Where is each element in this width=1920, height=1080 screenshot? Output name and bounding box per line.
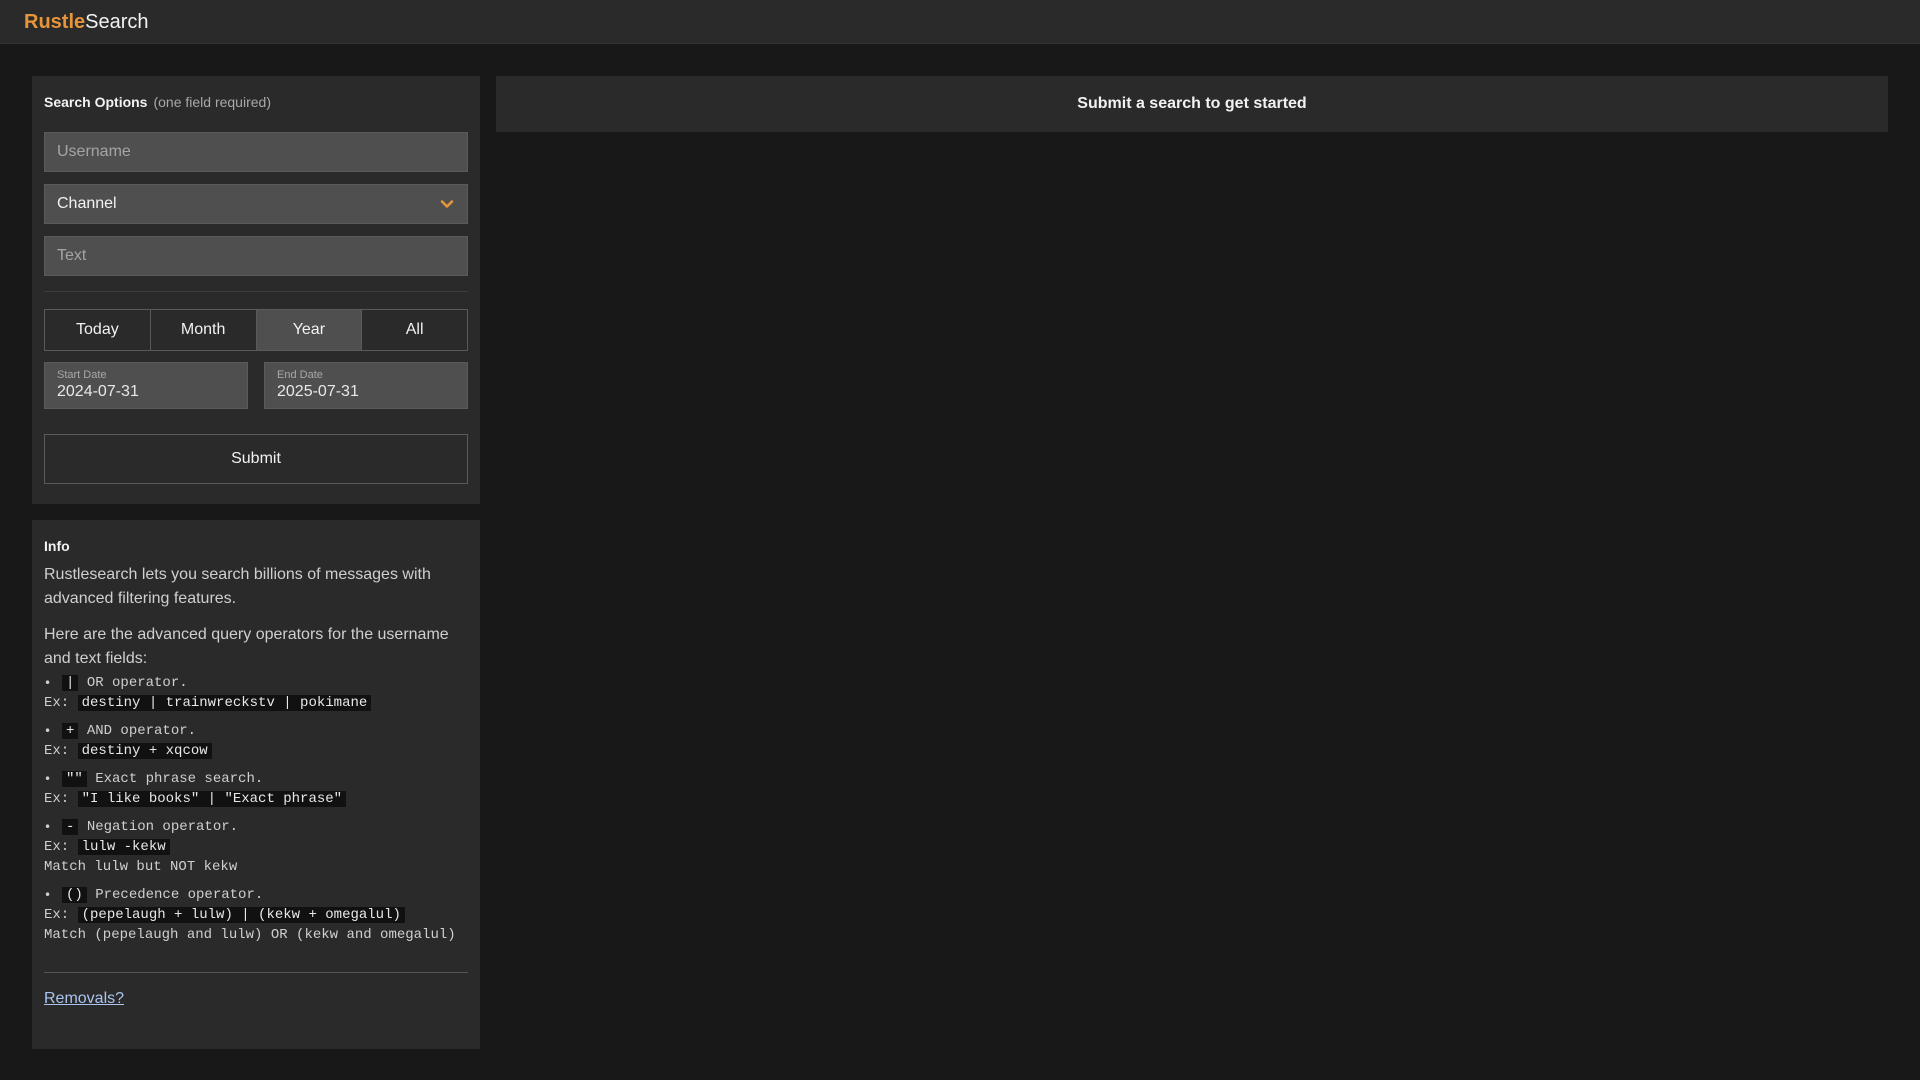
search-options-panel: Search Options (one field required) Chann… (32, 76, 480, 504)
operator-example: destiny | trainwreckstv | pokimane (77, 695, 372, 711)
brand-accent-text: Rustle (24, 11, 86, 33)
brand-logo-link[interactable]: RustleSearch (24, 10, 149, 34)
operator-desc-text: Precedence operator. (95, 887, 264, 903)
operator-example-line: Ex: "I like books" | "Exact phrase" (44, 789, 468, 809)
end-date-value: 2025-07-31 (277, 383, 359, 400)
info-intro-text: Rustlesearch lets you search billions of… (44, 566, 431, 607)
search-divider (44, 291, 468, 292)
start-date-field[interactable]: Start Date 2024-07-31 (44, 362, 248, 409)
operator-example: lulw -kekw (77, 839, 170, 855)
start-date-value: 2024-07-31 (57, 383, 139, 400)
info-panel: Info Rustlesearch lets you search billio… (32, 520, 480, 1049)
end-date-label: End Date (277, 369, 323, 381)
operator-example-line: Ex: destiny + xqcow (44, 741, 468, 761)
bullet-icon: • (44, 724, 52, 738)
date-range-toggle: Today Month Year All (44, 309, 468, 351)
range-year-button[interactable]: Year (256, 309, 363, 351)
channel-select-value: Channel (57, 195, 117, 212)
operator-note: Match lulw but NOT kekw (44, 859, 238, 875)
operator-description: • | OR operator. (44, 673, 468, 693)
operator-example-line: Ex: lulw -kekw (44, 837, 468, 857)
range-month-button[interactable]: Month (150, 309, 257, 351)
submit-button[interactable]: Submit (44, 434, 468, 484)
channel-select[interactable]: Channel (44, 184, 468, 224)
search-options-hint: (one field required) (153, 94, 271, 110)
chevron-down-icon (439, 196, 455, 212)
username-input[interactable] (44, 132, 468, 172)
example-prefix: Ex: (44, 743, 70, 759)
bullet-icon: • (44, 772, 52, 786)
operator-list-item: • - Negation operator. Ex: lulw -kekw Match… (44, 817, 468, 877)
operator-token: + (62, 723, 79, 739)
operator-list-item: • () Precedence operator. Ex: (pepelaugh +… (44, 885, 468, 945)
operator-token: - (62, 819, 79, 835)
operator-description: • + AND operator. (44, 721, 468, 741)
operator-desc-text: Negation operator. (86, 819, 239, 835)
range-today-button[interactable]: Today (44, 309, 151, 351)
example-prefix: Ex: (44, 839, 70, 855)
end-date-field[interactable]: End Date 2025-07-31 (264, 362, 468, 409)
operator-list-item: • "" Exact phrase search. Ex: "I like book… (44, 769, 468, 809)
operator-note: Match (pepelaugh and lulw) OR (kekw and … (44, 927, 456, 943)
operator-list-item: • + AND operator. Ex: destiny + xqcow (44, 721, 468, 761)
removals-link[interactable]: Removals? (44, 990, 124, 1008)
operator-example-line: Ex: (pepelaugh + lulw) | (kekw + omegalu… (44, 905, 468, 925)
operator-desc-text: OR operator. (86, 675, 188, 691)
operator-example-line: Ex: destiny | trainwreckstv | pokimane (44, 693, 468, 713)
example-prefix: Ex: (44, 791, 70, 807)
operator-list-item: • | OR operator. Ex: destiny | trainwrecks… (44, 673, 468, 713)
top-navbar: RustleSearch (0, 0, 1920, 44)
range-all-button[interactable]: All (362, 309, 468, 351)
info-body: Rustlesearch lets you search billions of… (44, 563, 468, 953)
operator-list: • | OR operator. Ex: destiny | trainwrecks… (44, 673, 468, 945)
operator-token: "" (62, 771, 87, 787)
start-date-label: Start Date (57, 369, 107, 381)
operator-example: destiny + xqcow (77, 743, 212, 759)
operator-description: • - Negation operator. (44, 817, 468, 837)
operator-desc-text: Exact phrase search. (95, 771, 264, 787)
search-options-heading: Search Options (44, 94, 148, 110)
operator-token: | (62, 675, 79, 691)
brand-rest-text: Search (85, 11, 149, 33)
results-empty-message: Submit a search to get started (1077, 95, 1307, 112)
text-input[interactable] (44, 236, 468, 276)
bullet-icon: • (44, 888, 52, 902)
example-prefix: Ex: (44, 695, 70, 711)
results-panel: Submit a search to get started (496, 76, 1888, 132)
info-title: Info (44, 538, 70, 554)
bullet-icon: • (44, 820, 52, 834)
info-divider (44, 972, 468, 973)
bullet-icon: • (44, 676, 52, 690)
operator-description: • () Precedence operator. (44, 885, 468, 905)
operators-intro-text: Here are the advanced query operators fo… (44, 626, 449, 667)
operator-example: (pepelaugh + lulw) | (kekw + omegalul) (77, 907, 405, 923)
search-options-title: Search Options (one field required) (44, 94, 271, 110)
operator-example: "I like books" | "Exact phrase" (77, 791, 347, 807)
operator-desc-text: AND operator. (86, 723, 197, 739)
operator-description: • "" Exact phrase search. (44, 769, 468, 789)
operator-token: () (62, 887, 87, 903)
example-prefix: Ex: (44, 907, 70, 923)
